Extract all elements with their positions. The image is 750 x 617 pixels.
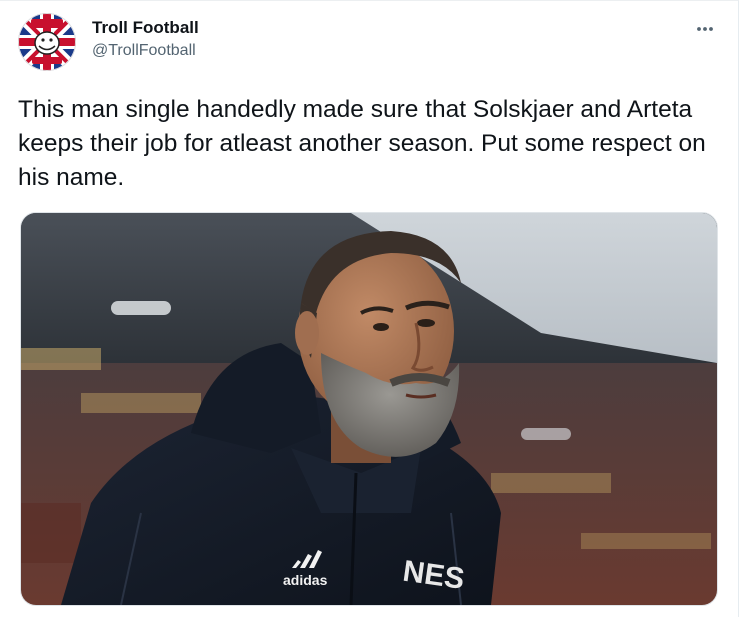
author-info: Troll Football @TrollFootball [92, 17, 199, 62]
author-avatar[interactable] [18, 13, 76, 71]
tweet-card: Troll Football @TrollFootball This man s… [0, 0, 739, 617]
more-options-icon[interactable] [694, 21, 716, 37]
author-display-name[interactable]: Troll Football [92, 17, 199, 39]
tweet-photo[interactable]: adidas NES [20, 212, 718, 606]
tweet-text: This man single handedly made sure that … [18, 96, 706, 191]
photo-man-in-jacket: adidas NES [21, 213, 717, 605]
author-handle[interactable]: @TrollFootball [92, 40, 199, 62]
union-jack-troll-icon [18, 13, 76, 71]
jacket-brand-text: adidas [283, 572, 328, 588]
